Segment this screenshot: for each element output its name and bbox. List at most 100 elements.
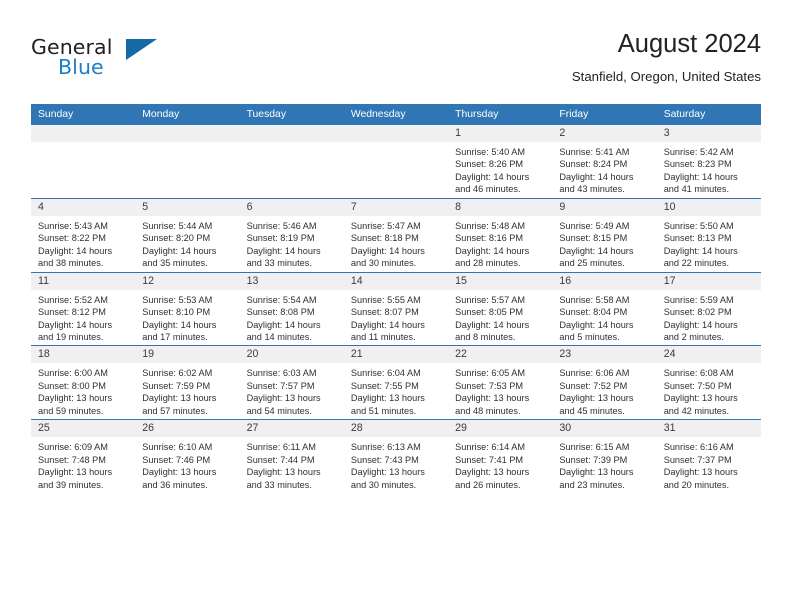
day-sun-info: Sunrise: 6:03 AM Sunset: 7:57 PM Daylight:… <box>240 363 344 417</box>
daylight-text-line2: and 57 minutes. <box>142 405 208 416</box>
calendar-day-cell[interactable]: 4 Sunrise: 5:43 AM Sunset: 8:22 PM Daylight… <box>31 198 136 272</box>
daylight-text-line2: and 20 minutes. <box>663 479 730 490</box>
calendar-day-cell[interactable]: 21 Sunrise: 6:04 AM Sunset: 7:55 PM Dayligh… <box>343 346 449 420</box>
day-sun-info: Sunrise: 5:49 AM Sunset: 8:15 PM Daylight:… <box>552 216 656 270</box>
sunrise-text: Sunrise: 6:11 AM <box>246 442 316 453</box>
weekday-wednesday: Wednesday <box>350 109 406 120</box>
sunset-text: Sunset: 7:55 PM <box>350 380 419 391</box>
daylight-text-line2: and 2 minutes. <box>663 331 724 342</box>
day-number: 16 <box>552 272 657 290</box>
daylight-text-line2: and 48 minutes. <box>455 405 521 416</box>
sunrise-text: Sunrise: 5:57 AM <box>455 294 526 305</box>
calendar-day-cell[interactable]: 23 Sunrise: 6:06 AM Sunset: 7:52 PM Dayligh… <box>552 346 657 420</box>
daylight-text-line1: Daylight: 14 hours <box>246 245 321 256</box>
calendar-day-cell[interactable]: 20 Sunrise: 6:03 AM Sunset: 7:57 PM Dayligh… <box>239 346 344 420</box>
day-number: 12 <box>135 272 240 290</box>
weekday-friday: Friday <box>559 109 589 120</box>
day-sun-info: Sunrise: 5:42 AM Sunset: 8:23 PM Daylight:… <box>657 142 761 196</box>
page-header: General Blue August 2024 Stanfield, Oreg… <box>0 0 792 100</box>
sunset-text: Sunset: 7:46 PM <box>142 454 211 465</box>
day-number: 17 <box>656 272 761 290</box>
daylight-text-line1: Daylight: 13 hours <box>350 467 425 478</box>
daylight-text-line1: Daylight: 13 hours <box>559 393 634 404</box>
day-number: 29 <box>448 420 553 438</box>
daylight-text-line2: and 43 minutes. <box>559 184 625 195</box>
daylight-text-line1: Daylight: 14 hours <box>559 245 634 256</box>
calendar-day-cell[interactable]: 22 Sunrise: 6:05 AM Sunset: 7:53 PM Dayligh… <box>448 346 553 420</box>
sunrise-text: Sunrise: 5:48 AM <box>455 220 526 231</box>
daylight-text-line2: and 39 minutes. <box>38 479 104 490</box>
calendar-day-cell[interactable]: 8 Sunrise: 5:48 AM Sunset: 8:16 PM Daylight… <box>448 198 553 272</box>
calendar-day-cell[interactable]: 31 Sunrise: 6:16 AM Sunset: 7:37 PM Dayligh… <box>656 420 761 494</box>
day-sun-info: Sunrise: 6:06 AM Sunset: 7:52 PM Daylight:… <box>552 363 656 417</box>
sunrise-text: Sunrise: 6:13 AM <box>350 442 421 453</box>
calendar-day-cell[interactable]: 5 Sunrise: 5:44 AM Sunset: 8:20 PM Daylight… <box>135 198 240 272</box>
sunrise-text: Sunrise: 5:53 AM <box>142 294 213 305</box>
daylight-text-line2: and 11 minutes. <box>350 331 416 342</box>
calendar-day-cell[interactable]: 12 Sunrise: 5:53 AM Sunset: 8:10 PM Dayligh… <box>135 272 240 346</box>
calendar-day-cell[interactable]: 27 Sunrise: 6:11 AM Sunset: 7:44 PM Dayligh… <box>239 420 344 494</box>
calendar-day-cell[interactable]: 18 Sunrise: 6:00 AM Sunset: 8:00 PM Dayligh… <box>31 346 136 420</box>
calendar-day-cell[interactable]: 11 Sunrise: 5:52 AM Sunset: 8:12 PM Dayligh… <box>31 272 136 346</box>
day-number: 26 <box>135 420 240 438</box>
calendar-day-cell[interactable]: 25 Sunrise: 6:09 AM Sunset: 7:48 PM Dayligh… <box>31 420 136 494</box>
calendar-day-cell-empty <box>135 125 240 198</box>
calendar-day-cell[interactable]: 26 Sunrise: 6:10 AM Sunset: 7:46 PM Dayligh… <box>135 420 240 494</box>
day-number: 31 <box>656 420 761 438</box>
daylight-text-line2: and 14 minutes. <box>246 331 312 342</box>
daylight-text-line1: Daylight: 13 hours <box>559 467 634 478</box>
daylight-text-line2: and 30 minutes. <box>350 479 417 490</box>
day-sun-info: Sunrise: 6:09 AM Sunset: 7:48 PM Daylight:… <box>31 437 135 491</box>
sunrise-text: Sunrise: 5:42 AM <box>663 147 734 157</box>
day-sun-info: Sunrise: 5:59 AM Sunset: 8:02 PM Daylight:… <box>657 290 761 344</box>
sunrise-text: Sunrise: 6:03 AM <box>246 368 317 379</box>
calendar-day-cell[interactable]: 15 Sunrise: 5:57 AM Sunset: 8:05 PM Dayligh… <box>448 272 553 346</box>
calendar-day-cell[interactable]: 14 Sunrise: 5:55 AM Sunset: 8:07 PM Dayligh… <box>343 272 449 346</box>
daylight-text-line1: Daylight: 14 hours <box>246 319 321 330</box>
day-number: 23 <box>552 346 657 364</box>
daylight-text-line1: Daylight: 14 hours <box>38 245 113 256</box>
weekday-sunday: Sunday <box>38 109 74 120</box>
sunset-text: Sunset: 8:24 PM <box>559 159 628 170</box>
page-subtitle: Stanfield, Oregon, United States <box>571 69 761 84</box>
calendar-day-cell[interactable]: 28 Sunrise: 6:13 AM Sunset: 7:43 PM Dayligh… <box>343 420 449 494</box>
calendar-day-cell[interactable]: 19 Sunrise: 6:02 AM Sunset: 7:59 PM Dayligh… <box>135 346 240 420</box>
logo-text-blue: Blue <box>58 55 104 79</box>
day-sun-info: Sunrise: 5:58 AM Sunset: 8:04 PM Daylight:… <box>552 290 656 344</box>
calendar-day-cell[interactable]: 17 Sunrise: 5:59 AM Sunset: 8:02 PM Dayligh… <box>656 272 761 346</box>
calendar-day-cell[interactable]: 7 Sunrise: 5:47 AM Sunset: 8:18 PM Daylight… <box>343 198 449 272</box>
weekday-saturday: Saturday <box>663 109 706 120</box>
sunset-text: Sunset: 7:41 PM <box>455 454 524 465</box>
calendar-day-cell[interactable]: 2 Sunrise: 5:41 AM Sunset: 8:24 PM Daylight… <box>552 125 657 198</box>
calendar-week-row: 11 Sunrise: 5:52 AM Sunset: 8:12 PM Dayligh… <box>31 271 761 346</box>
day-sun-info: Sunrise: 5:53 AM Sunset: 8:10 PM Daylight:… <box>135 290 239 344</box>
day-sun-info: Sunrise: 6:02 AM Sunset: 7:59 PM Daylight:… <box>135 363 239 417</box>
daylight-text-line2: and 26 minutes. <box>455 479 521 490</box>
sunrise-text: Sunrise: 6:08 AM <box>663 368 734 379</box>
daylight-text-line2: and 30 minutes. <box>350 258 417 269</box>
calendar-day-cell[interactable]: 13 Sunrise: 5:54 AM Sunset: 8:08 PM Dayligh… <box>239 272 344 346</box>
sunset-text: Sunset: 8:07 PM <box>350 307 419 318</box>
sunrise-text: Sunrise: 5:54 AM <box>246 294 317 305</box>
calendar-day-cell[interactable]: 6 Sunrise: 5:46 AM Sunset: 8:19 PM Daylight… <box>239 198 344 272</box>
calendar-day-cell[interactable]: 30 Sunrise: 6:15 AM Sunset: 7:39 PM Dayligh… <box>552 420 657 494</box>
calendar-day-cell[interactable]: 10 Sunrise: 5:50 AM Sunset: 8:13 PM Dayligh… <box>656 198 761 272</box>
calendar-day-cell[interactable]: 1 Sunrise: 5:40 AM Sunset: 8:26 PM Daylight… <box>448 125 553 198</box>
sunrise-text: Sunrise: 5:58 AM <box>559 294 630 305</box>
calendar-day-cell[interactable]: 29 Sunrise: 6:14 AM Sunset: 7:41 PM Dayligh… <box>448 420 553 494</box>
day-number: 21 <box>343 346 449 364</box>
calendar-day-cell[interactable]: 16 Sunrise: 5:58 AM Sunset: 8:04 PM Dayligh… <box>552 272 657 346</box>
day-number <box>343 125 449 142</box>
day-sun-info <box>31 142 135 146</box>
daylight-text-line2: and 8 minutes. <box>455 331 516 342</box>
daylight-text-line1: Daylight: 13 hours <box>350 393 425 404</box>
generalblue-logo[interactable]: General Blue <box>31 36 231 82</box>
calendar-day-cell[interactable]: 3 Sunrise: 5:42 AM Sunset: 8:23 PM Daylight… <box>656 125 761 198</box>
sunset-text: Sunset: 8:10 PM <box>142 307 211 318</box>
daylight-text-line2: and 45 minutes. <box>559 405 625 416</box>
calendar-day-cell[interactable]: 9 Sunrise: 5:49 AM Sunset: 8:15 PM Daylight… <box>552 198 657 272</box>
calendar-day-cell[interactable]: 24 Sunrise: 6:08 AM Sunset: 7:50 PM Dayligh… <box>656 346 761 420</box>
daylight-text-line1: Daylight: 14 hours <box>663 319 738 330</box>
daylight-text-line1: Daylight: 14 hours <box>663 245 738 256</box>
day-number: 22 <box>448 346 553 364</box>
